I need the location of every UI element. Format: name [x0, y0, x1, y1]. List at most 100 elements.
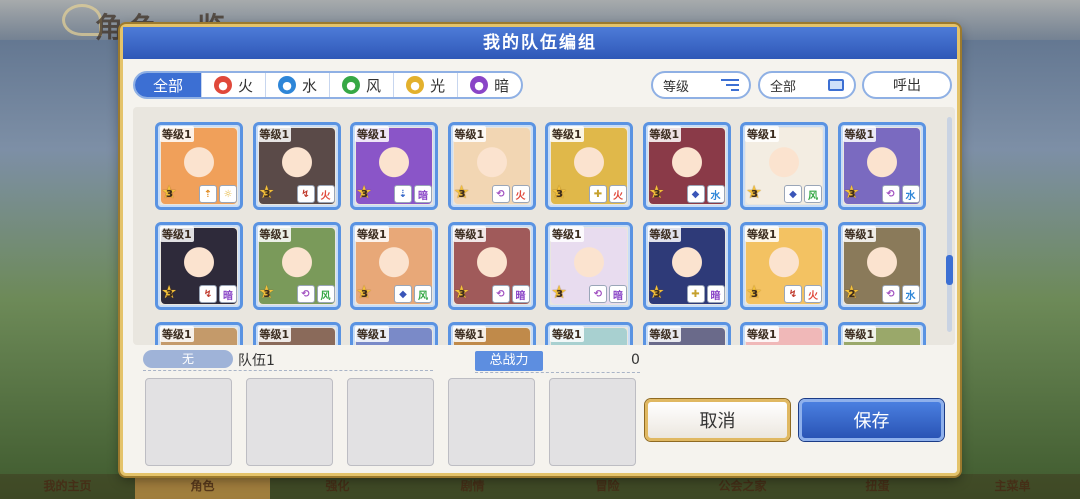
filter-tab-1[interactable]: ● 火: [202, 73, 267, 97]
character-card[interactable]: 等级1 ★ 3 ⟲ 暗: [447, 222, 536, 310]
team-slot-3[interactable]: [347, 378, 434, 466]
element-icon: 风: [414, 285, 432, 303]
character-role-icons: ↯ 火: [296, 185, 335, 203]
filter-tab-0[interactable]: 全部: [135, 73, 203, 97]
star-icon: ★ 2: [843, 282, 860, 303]
star-count: 3: [751, 189, 758, 200]
character-level: 等级1: [550, 326, 584, 342]
star-icon: ★ 3: [648, 182, 665, 203]
character-card[interactable]: 等级1: [155, 322, 243, 345]
role-icon: ◆: [784, 185, 802, 203]
window-icon: [828, 79, 844, 91]
element-icon: 暗: [609, 285, 627, 303]
character-card[interactable]: 等级1 ★ 3 ⟲ 风: [252, 222, 341, 310]
character-level: 等级1: [647, 126, 682, 142]
team-slot-4[interactable]: [448, 378, 535, 466]
element-icon: 暗: [414, 185, 432, 203]
star-icon: ★ 3: [453, 182, 470, 203]
team-slot-2[interactable]: [246, 378, 333, 466]
star-count: 3: [361, 289, 368, 300]
character-card[interactable]: 等级1 ★ 3 ✚ 暗: [642, 222, 731, 310]
element-icon: 暗: [219, 285, 237, 303]
character-level: 等级1: [355, 226, 389, 242]
cancel-button[interactable]: 取消: [645, 399, 790, 441]
water-icon: ●: [278, 76, 297, 94]
filter-tab-2[interactable]: ● 水: [266, 73, 331, 97]
character-card[interactable]: 等级1 ★ 3 ↯ 火: [252, 122, 341, 210]
footer-tab: 扭蛋: [865, 479, 890, 493]
wind-icon: ●: [342, 76, 361, 94]
element-icon: 暗: [511, 285, 530, 303]
star-icon: ★ 3: [551, 182, 568, 203]
character-card[interactable]: 等级1 ★ 3 ⇡ ☼: [155, 122, 243, 210]
character-role-icons: ⇣ 暗: [394, 185, 432, 203]
filter-label: 暗: [494, 76, 510, 95]
team-tag[interactable]: 无: [143, 350, 233, 368]
dark-icon: ●: [470, 76, 489, 94]
team-slot-1[interactable]: [145, 378, 232, 466]
character-card[interactable]: 等级1 ★ 3 ✚ 火: [545, 122, 633, 210]
character-role-icons: ◆ 风: [394, 285, 432, 303]
character-level: 等级1: [452, 126, 487, 142]
role-icon: ⟲: [589, 285, 607, 303]
footer-tab: 强化: [325, 479, 350, 493]
character-card[interactable]: 等级1: [545, 322, 633, 345]
element-icon: 火: [609, 185, 627, 203]
role-icon: ✚: [686, 285, 705, 303]
character-card[interactable]: 等级1: [350, 322, 438, 345]
character-card[interactable]: 等级1 ★ 3 ⟲ 暗: [545, 222, 633, 310]
footer-tab: 角色: [135, 474, 270, 499]
character-level: 等级1: [745, 126, 779, 142]
role-icon: ◆: [686, 185, 705, 203]
scrollbar-track[interactable]: [947, 117, 952, 332]
character-level: 等级1: [452, 326, 487, 342]
callout-button[interactable]: 呼出: [862, 71, 952, 99]
character-card[interactable]: 等级1: [837, 322, 926, 345]
star-count: 3: [848, 189, 856, 200]
character-card[interactable]: 等级1 ★ 3 ⟲ 水: [837, 122, 926, 210]
character-level: 等级1: [842, 126, 877, 142]
character-card[interactable]: 等级1 ★ 3 ↯ 暗: [155, 222, 243, 310]
character-card[interactable]: 等级1: [252, 322, 341, 345]
save-button[interactable]: 保存: [799, 399, 944, 441]
display-all-button[interactable]: 全部: [758, 71, 856, 99]
filter-tab-5[interactable]: ● 暗: [458, 73, 521, 97]
character-card[interactable]: 等级1 ★ 3 ◆ 风: [350, 222, 438, 310]
display-all-label: 全部: [770, 79, 797, 95]
character-card[interactable]: 等级1 ★ 3 ◆ 水: [642, 122, 731, 210]
star-count: 3: [166, 289, 173, 300]
character-card[interactable]: 等级1: [642, 322, 731, 345]
team-slot-5[interactable]: [549, 378, 636, 466]
character-card[interactable]: 等级1 ★ 3 ↯ 火: [740, 222, 828, 310]
character-card[interactable]: 等级1 ★ 3 ⇣ 暗: [350, 122, 438, 210]
divider: [143, 370, 433, 371]
star-icon: ★ 3: [551, 282, 568, 303]
role-icon: ◆: [394, 285, 412, 303]
character-card[interactable]: 等级1: [740, 322, 828, 345]
background-footer-nav: 我的主页 角色 强化 剧情 冒险 公会之家 扭蛋 主菜单: [0, 474, 1080, 499]
star-count: 3: [166, 189, 173, 200]
role-icon: ⇣: [394, 185, 412, 203]
character-level: 等级1: [452, 226, 487, 242]
element-icon: 水: [706, 185, 725, 203]
scrollbar-thumb[interactable]: [946, 255, 953, 285]
star-count: 3: [458, 189, 466, 200]
character-card[interactable]: 等级1 ★ 3 ◆ 风: [740, 122, 828, 210]
character-level: 等级1: [257, 226, 292, 242]
total-power-value: 0: [631, 352, 640, 368]
filter-tab-3[interactable]: ● 风: [330, 73, 395, 97]
star-icon: ★ 3: [356, 282, 373, 303]
filter-tab-4[interactable]: ● 光: [394, 73, 459, 97]
sort-button[interactable]: 等级: [651, 71, 751, 99]
element-icon: 风: [316, 285, 335, 303]
character-grid[interactable]: 等级1 ★ 3 ⇡ ☼ 等级1 ★ 3 ↯ 火等级1 ★ 3 ⇣ 暗等级1 ★ 3 ⟲ 火等级1 ★ 3 ✚ 火等级1 ★ 3…: [133, 107, 955, 345]
character-card[interactable]: 等级1 ★ 2 ⟲ 水: [837, 222, 926, 310]
character-card[interactable]: 等级1: [447, 322, 536, 345]
character-card[interactable]: 等级1 ★ 3 ⟲ 火: [447, 122, 536, 210]
character-role-icons: ◆ 水: [686, 185, 725, 203]
footer-tab: 剧情: [460, 479, 485, 493]
footer-tab: 冒险: [595, 479, 620, 493]
star-icon: ★ 3: [746, 282, 763, 303]
filter-label: 全部: [153, 76, 184, 95]
character-role-icons: ⟲ 暗: [589, 285, 627, 303]
